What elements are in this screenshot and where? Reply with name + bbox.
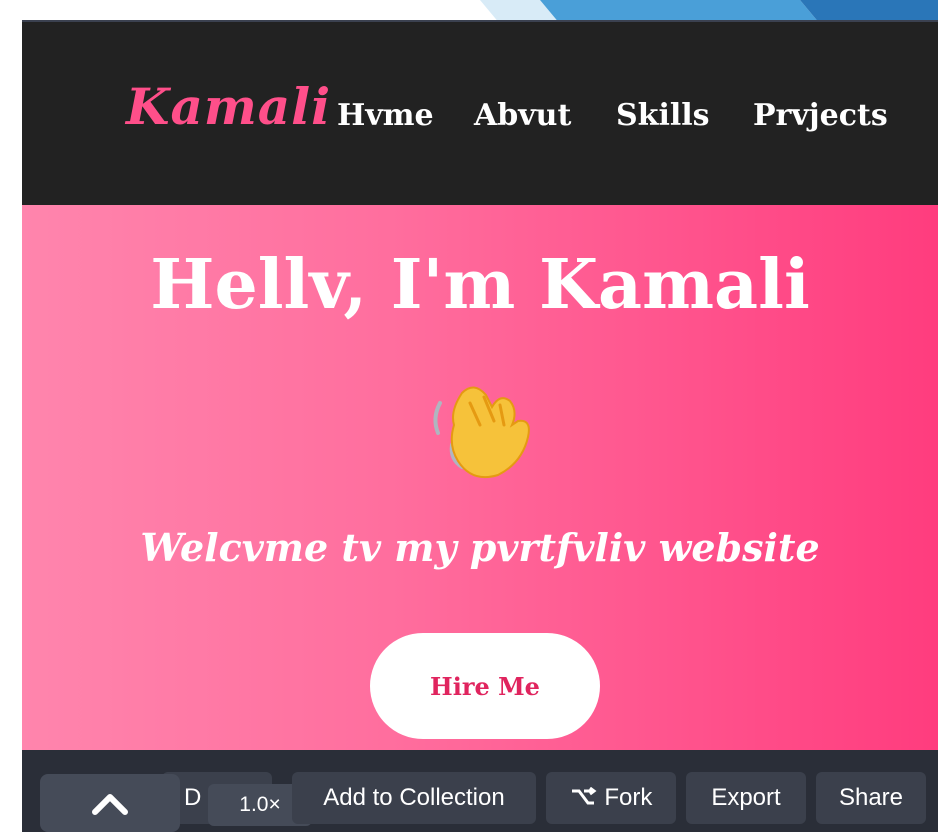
- fork-label: Fork: [604, 784, 653, 811]
- hero-title: Hellv, I'm Kamali: [150, 245, 810, 325]
- truncated-label: D: [184, 784, 202, 811]
- nav-link-about[interactable]: Abvut: [474, 98, 571, 133]
- nav-link-projects[interactable]: Prvjects: [753, 98, 888, 133]
- hero-subtitle: Welcvme tv my pvrtfvliv website: [140, 525, 820, 570]
- preview-frame: Kamali Hvme Abvut Skills Prvjects Hellv,…: [22, 20, 938, 832]
- logo[interactable]: Kamali: [126, 77, 331, 136]
- nav-link-skills[interactable]: Skills: [616, 98, 710, 133]
- navbar: Kamali Hvme Abvut Skills Prvjects: [22, 20, 938, 205]
- fork-icon: [571, 786, 597, 805]
- chevron-up-icon: [92, 794, 128, 815]
- export-button[interactable]: Export: [686, 772, 806, 824]
- hire-me-button[interactable]: Hire Me: [370, 633, 600, 739]
- hero-section: Hellv, I'm Kamali Welcvme tv my pvrtfvli…: [22, 205, 938, 750]
- fork-button[interactable]: Fork: [546, 772, 676, 824]
- nav-link-home[interactable]: Hvme: [337, 98, 434, 133]
- left-margin: [0, 0, 22, 832]
- add-to-collection-button[interactable]: Add to Collection: [292, 772, 536, 824]
- waving-hand-icon: [422, 363, 542, 487]
- collapse-button[interactable]: [40, 774, 180, 832]
- bottom-toolbar: D 1.0× Add to Collection Fork Export Sha…: [22, 750, 938, 832]
- share-button[interactable]: Share: [816, 772, 926, 824]
